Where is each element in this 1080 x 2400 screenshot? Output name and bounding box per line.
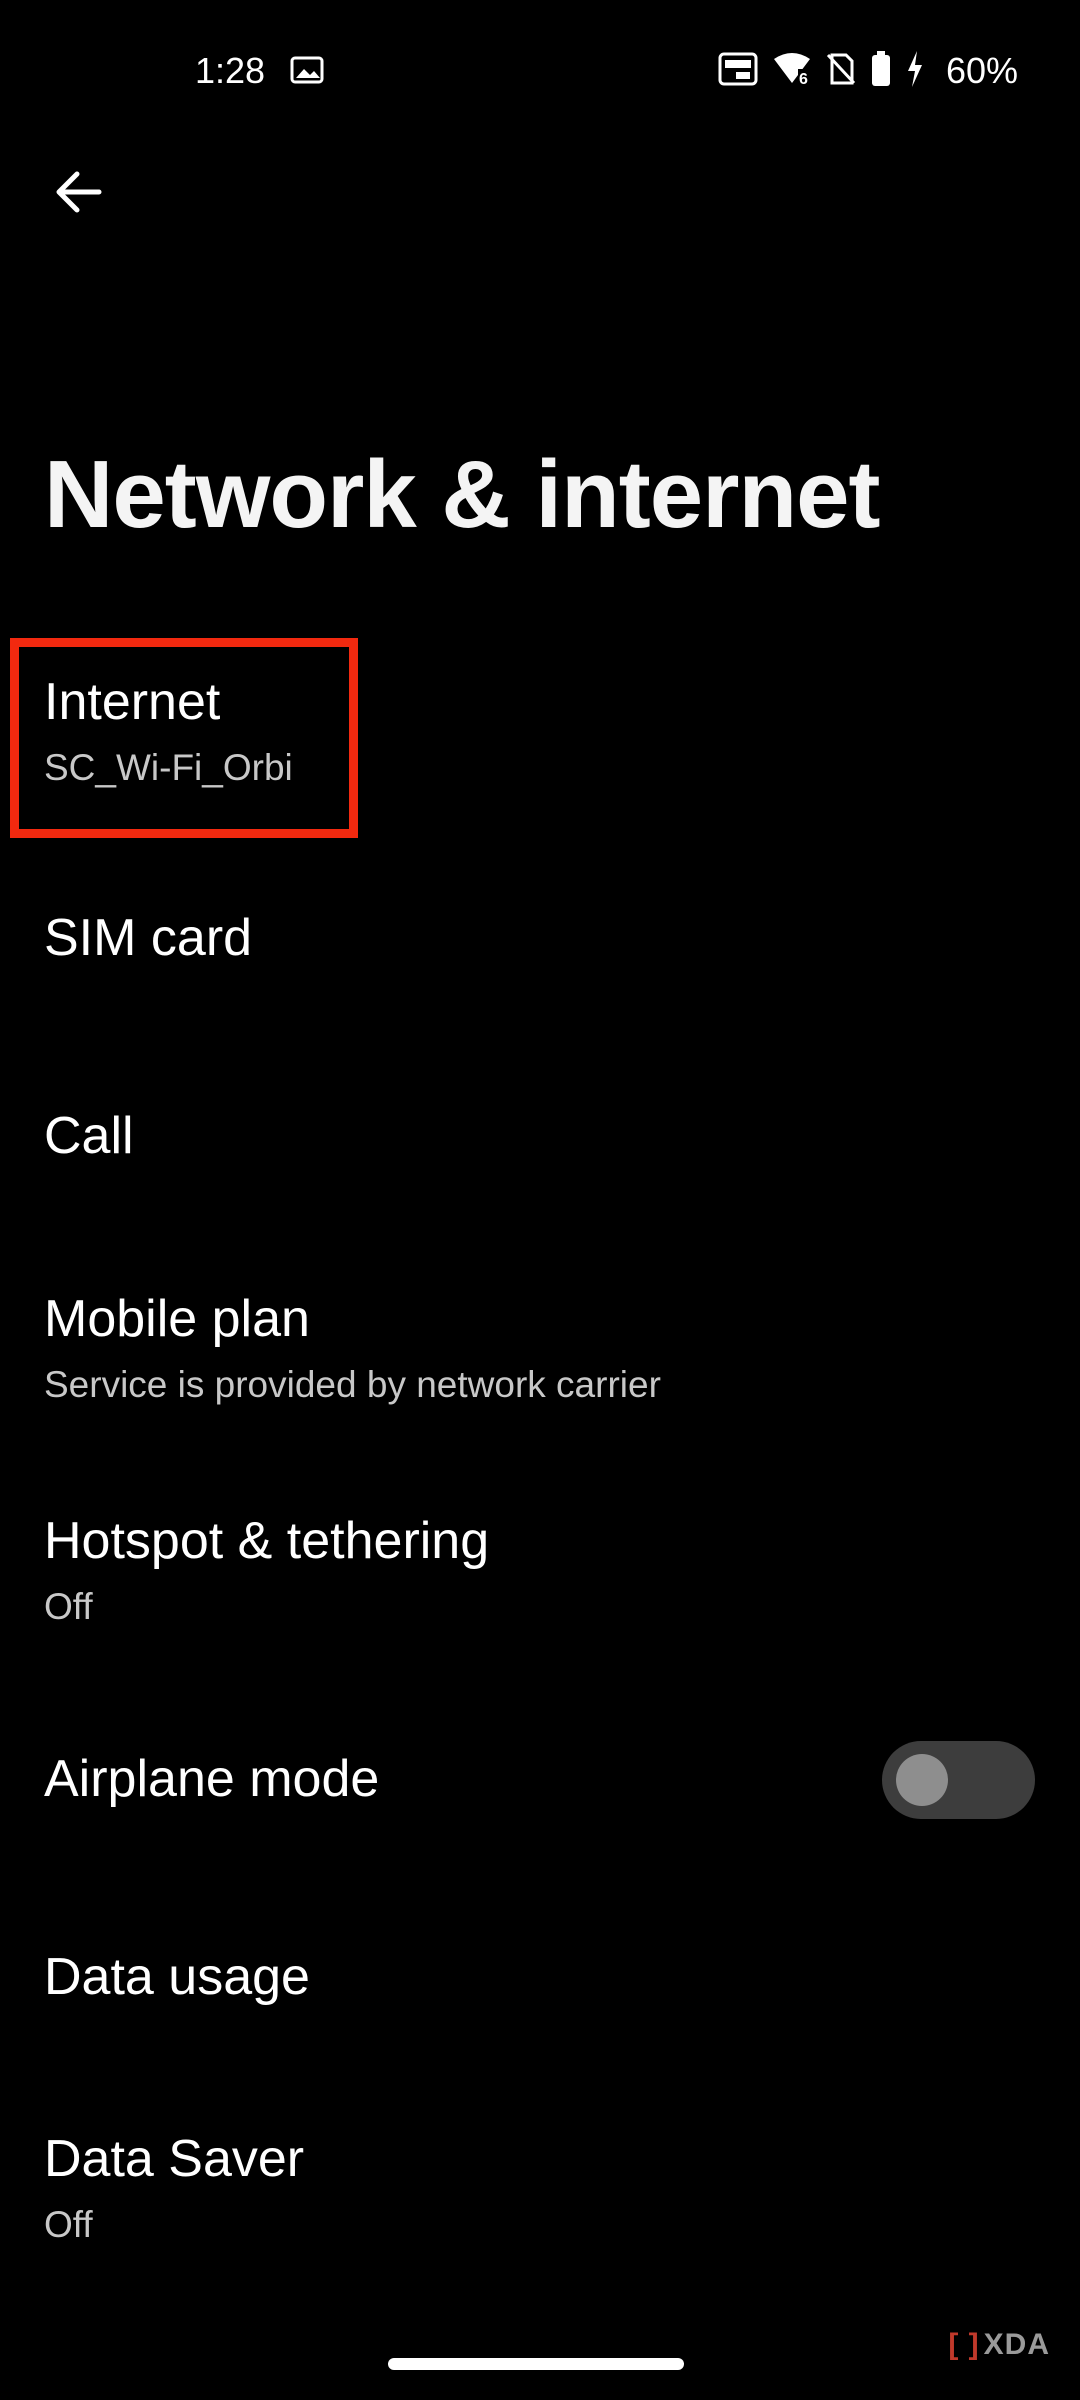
settings-item-airplane-mode[interactable]: Airplane mode [44,1750,844,1810]
gallery-icon [290,56,324,89]
item-title: Call [44,1107,134,1165]
status-time: 1:28 [195,50,266,91]
item-title: SIM card [44,909,253,967]
item-subtitle: Off [44,2203,93,2245]
charging-icon [906,50,924,92]
item-title: Data Saver [44,2130,305,2188]
settings-item-sim-card[interactable]: SIM card [44,909,1034,969]
no-sim-icon [826,52,856,91]
settings-item-call[interactable]: Call [44,1107,1034,1167]
battery-icon [870,50,892,92]
back-button[interactable] [46,160,110,224]
toggle-knob [896,1754,948,1806]
annotation-highlight-box [10,638,358,838]
item-title: Hotspot & tethering [44,1512,490,1570]
item-title: Mobile plan [44,1290,310,1348]
xda-watermark: [ ] XDA [948,2328,1050,2362]
settings-item-data-saver[interactable]: Data Saver Off [44,2130,1034,2246]
arrow-left-icon [56,171,102,213]
xda-logo-icon: [ ] [948,2328,980,2361]
battery-percent: 60% [945,50,1018,91]
item-title: Data usage [44,1948,310,2006]
settings-item-data-usage[interactable]: Data usage [44,1948,1034,2008]
watermark-text: XDA [983,2328,1050,2361]
page-title: Network & internet [44,441,880,548]
item-subtitle: Service is provided by network carrier [44,1363,661,1405]
item-title: Airplane mode [44,1750,380,1808]
settings-item-mobile-plan[interactable]: Mobile plan Service is provided by netwo… [44,1290,1034,1406]
home-indicator[interactable] [388,2358,684,2370]
settings-item-hotspot[interactable]: Hotspot & tethering Off [44,1512,1034,1628]
airplane-mode-toggle[interactable] [882,1741,1035,1819]
wifi-6-icon: 6 [772,51,812,92]
item-subtitle: Off [44,1585,93,1627]
svg-text:6: 6 [799,71,808,87]
status-bar: 1:28 6 60% [0,0,1080,140]
auto-hz-icon [718,52,758,91]
status-icons: 6 60% [718,50,1018,92]
